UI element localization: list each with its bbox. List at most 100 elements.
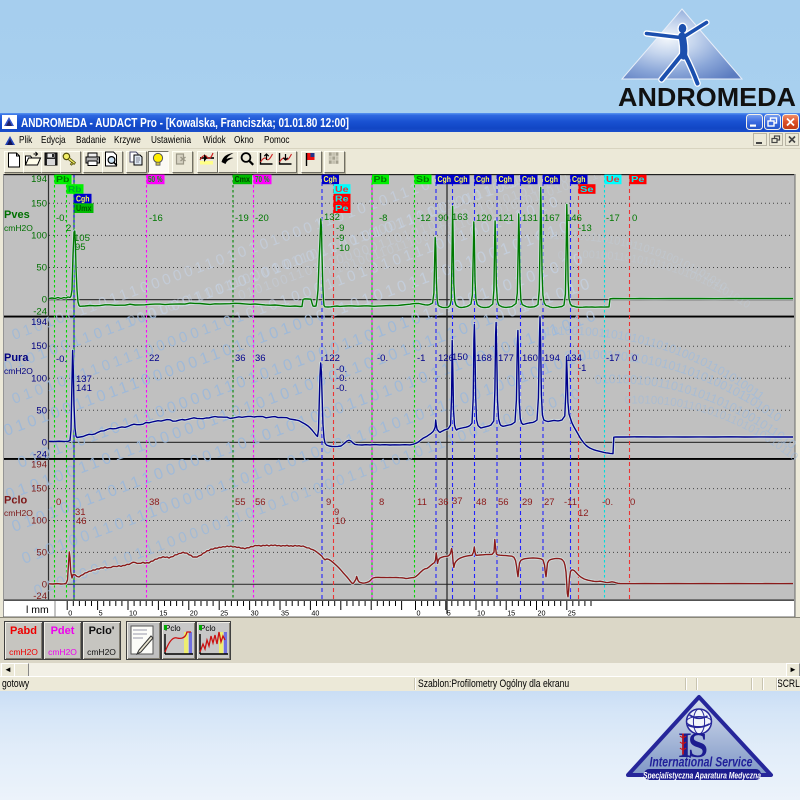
svg-text:-1: -1 [417,353,425,364]
svg-text:cmH2O: cmH2O [4,366,33,376]
svg-text:cmH2O: cmH2O [4,508,33,518]
svg-text:121: 121 [498,213,514,224]
svg-text:36: 36 [255,353,266,364]
svg-text:-1: -1 [578,363,586,374]
svg-text:141: 141 [76,383,92,394]
svg-text:Cmx: Cmx [235,175,251,184]
svg-text:Pb: Pb [56,175,70,184]
svg-text:100: 100 [31,373,47,384]
svg-text:ANDROMEDA - AUDACT Pro - [Kowa: ANDROMEDA - AUDACT Pro - [Kowalska, Fran… [21,116,349,130]
svg-text:0: 0 [632,353,637,364]
svg-text:-24: -24 [33,591,47,602]
svg-text:0: 0 [42,437,47,448]
svg-text:50: 50 [36,405,47,416]
svg-text:50: 50 [36,263,47,274]
svg-text:-0.: -0. [336,383,347,394]
svg-text:11: 11 [417,497,427,508]
svg-text:-20: -20 [255,213,269,224]
svg-text:-8: -8 [379,213,387,224]
svg-text:100: 100 [31,230,47,241]
svg-text:120: 120 [476,213,492,224]
svg-text:Cgh: Cgh [572,175,586,184]
svg-text:150: 150 [31,484,47,495]
svg-text:38: 38 [149,497,160,508]
svg-text:29: 29 [522,497,533,508]
svg-text:-19: -19 [235,213,249,224]
svg-text:50 %: 50 % [148,175,163,184]
svg-text:48: 48 [476,497,487,508]
svg-text:Cgh: Cgh [76,194,90,203]
svg-text:56: 56 [255,497,266,508]
svg-text:167: 167 [544,213,560,224]
svg-text:160: 160 [522,353,538,364]
svg-text:131: 131 [522,213,538,224]
svg-text:-16: -16 [149,213,163,224]
svg-text:27: 27 [544,497,555,508]
svg-text:Pclo: Pclo [4,494,28,506]
svg-text:177: 177 [498,353,514,364]
svg-text:Pves: Pves [4,209,30,221]
svg-text:36: 36 [438,497,449,508]
svg-text:-24: -24 [33,307,47,318]
svg-text:22: 22 [149,353,160,364]
svg-text:132: 132 [324,212,340,223]
svg-text:37: 37 [452,496,463,507]
svg-text:Pe: Pe [631,175,645,184]
svg-text:0: 0 [42,295,47,306]
svg-text:0: 0 [56,497,61,508]
svg-text:46: 46 [76,516,87,527]
svg-text:Ue: Ue [335,185,349,194]
svg-text:Cgh: Cgh [545,175,559,184]
svg-text:Cgh: Cgh [476,175,490,184]
svg-text:Pclo: Pclo [200,624,216,633]
svg-text:2: 2 [66,223,71,234]
svg-text:Sb: Sb [416,175,430,184]
svg-text:Cgh: Cgh [438,175,452,184]
svg-text:194: 194 [31,317,47,328]
svg-text:Specjalistyczna Aparatura Medy: Specjalistyczna Aparatura Medyczna [643,771,761,781]
svg-text:Cgh: Cgh [522,175,536,184]
svg-text:163: 163 [452,212,468,223]
svg-text:50: 50 [36,547,47,558]
svg-text:Pura: Pura [4,352,29,364]
svg-text:cmH2O: cmH2O [4,223,33,233]
svg-text:122: 122 [324,353,340,364]
svg-text:100: 100 [31,516,47,527]
svg-text:95: 95 [75,242,86,253]
svg-text:36: 36 [235,353,246,364]
svg-text:150: 150 [452,352,468,363]
svg-text:194: 194 [544,353,560,364]
svg-text:-17: -17 [606,353,620,364]
svg-text:0: 0 [632,213,637,224]
svg-text:Rb: Rb [68,185,82,194]
svg-text:9: 9 [326,497,331,508]
svg-text:Umx: Umx [76,204,92,213]
svg-text:90: 90 [438,213,449,224]
svg-text:8: 8 [379,497,384,508]
svg-text:Pclo: Pclo [165,624,181,633]
svg-text:0: 0 [630,497,635,508]
svg-text:International Service: International Service [650,755,753,770]
svg-text:Ue: Ue [606,175,620,184]
svg-text:l mm: l mm [26,604,49,616]
svg-text:-0.: -0. [377,353,388,364]
svg-text:168: 168 [476,353,492,364]
svg-text:-12: -12 [417,213,431,224]
svg-text:Cgh: Cgh [499,175,513,184]
svg-text:0: 0 [42,579,47,590]
svg-text:-0.: -0. [602,497,613,508]
svg-text:150: 150 [31,198,47,209]
svg-text:70 %: 70 % [255,175,270,184]
svg-text:-10: -10 [336,243,350,254]
svg-text:ANDROMEDA: ANDROMEDA [618,82,796,112]
svg-text:Re: Re [335,194,349,203]
svg-text:55: 55 [235,497,246,508]
svg-text:12: 12 [578,508,589,519]
svg-text:56: 56 [498,497,509,508]
svg-text:194: 194 [31,460,47,471]
svg-text:Cgh: Cgh [324,175,338,184]
svg-text:-0.: -0. [56,354,67,365]
svg-text:-11: -11 [564,497,577,508]
svg-text:Pb: Pb [374,175,388,184]
svg-text:150: 150 [31,341,47,352]
